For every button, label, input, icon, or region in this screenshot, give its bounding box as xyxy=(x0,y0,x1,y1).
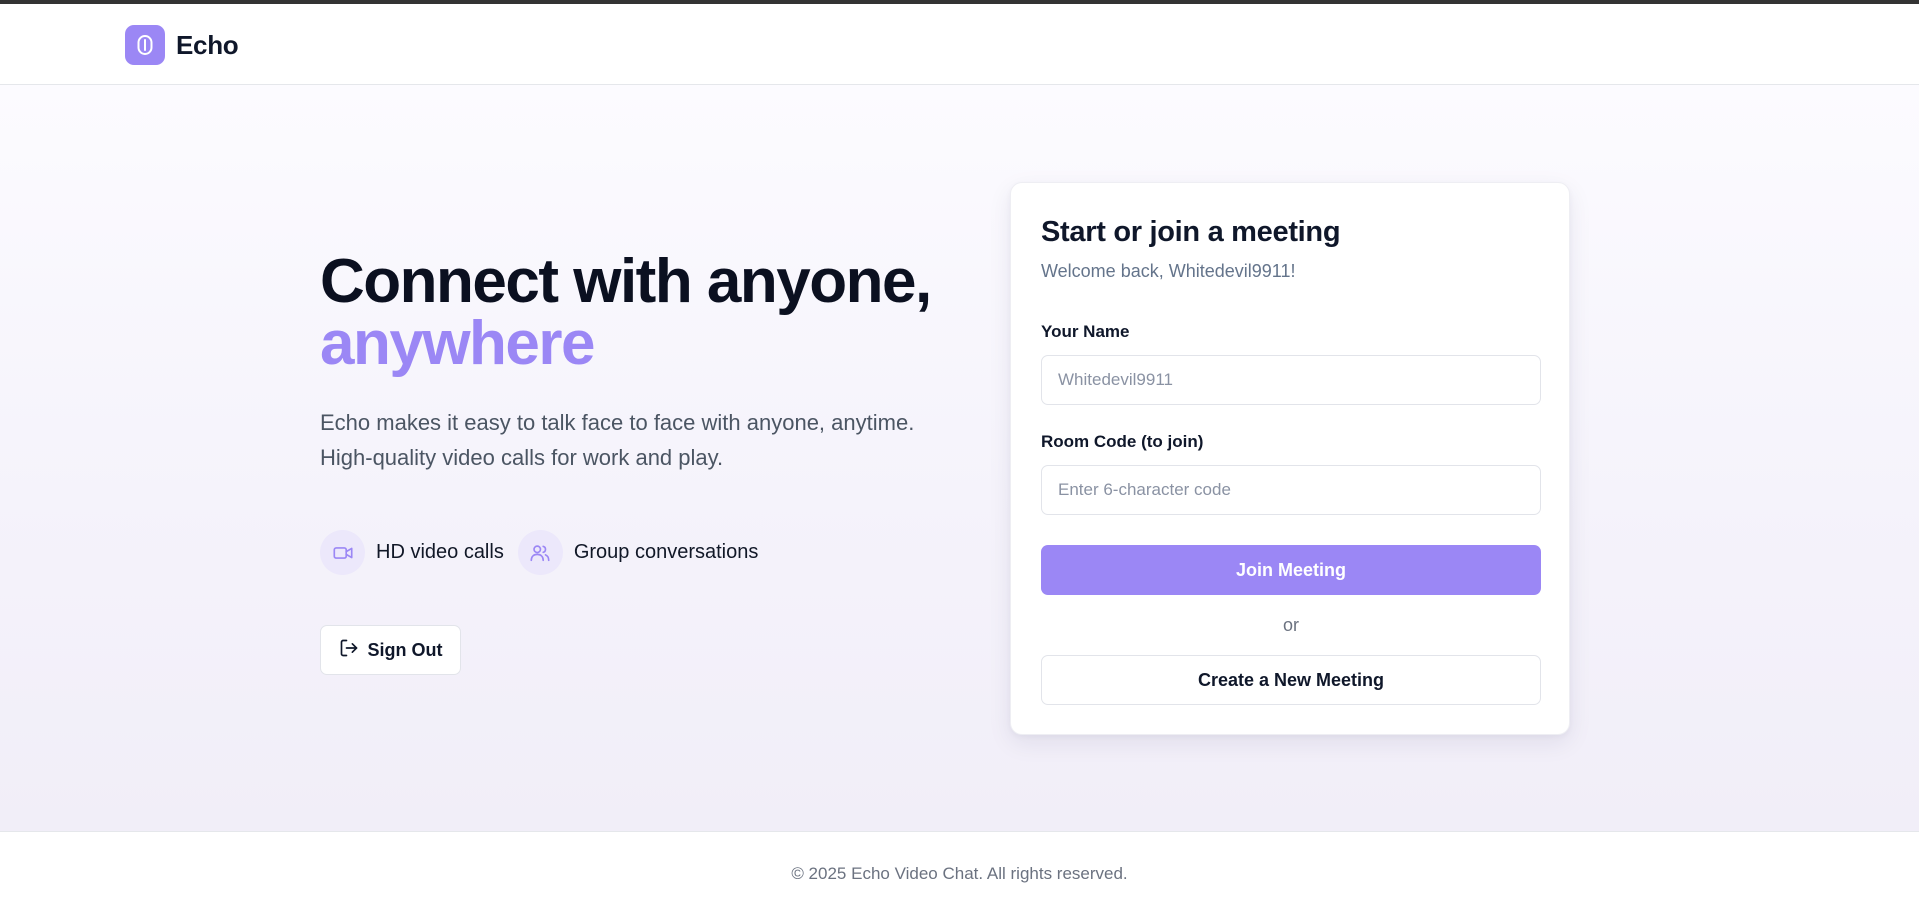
echo-logo-icon xyxy=(125,25,165,65)
lead-line-2: High-quality video calls for work and pl… xyxy=(320,445,724,470)
lead-line-1: Echo makes it easy to talk face to face … xyxy=(320,410,915,435)
sign-out-label: Sign Out xyxy=(367,639,443,660)
headline-line-1: Connect with anyone, xyxy=(320,247,932,316)
name-field-label: Your Name xyxy=(1041,322,1130,341)
sign-out-button[interactable]: Sign Out xyxy=(320,625,461,675)
feature-hd-video: HD video calls xyxy=(320,530,504,575)
hero-section: Connect with anyone, anywhere Echo makes… xyxy=(0,85,1919,831)
name-input[interactable] xyxy=(1041,355,1541,405)
feature-group-conversations: Group conversations xyxy=(517,530,759,575)
hero-content: Connect with anyone, anywhere Echo makes… xyxy=(320,251,960,675)
card-title: Start or join a meeting xyxy=(1041,216,1341,248)
video-camera-icon xyxy=(320,530,365,575)
headline-accent: anywhere xyxy=(320,309,596,378)
feature-label: Group conversations xyxy=(573,541,759,563)
brand[interactable]: Echo xyxy=(125,25,239,65)
or-divider: or xyxy=(1282,615,1299,635)
feature-list: HD video calls Group conversations xyxy=(320,530,960,575)
welcome-message: Welcome back, Whitedevil9911! xyxy=(1041,261,1296,281)
brand-name: Echo xyxy=(176,29,239,60)
log-out-icon xyxy=(339,638,359,663)
join-meeting-button[interactable]: Join Meeting xyxy=(1041,545,1541,595)
site-footer: © 2025 Echo Video Chat. All rights reser… xyxy=(0,831,1919,915)
room-code-label: Room Code (to join) xyxy=(1041,432,1204,451)
feature-label: HD video calls xyxy=(376,541,504,563)
hero-headline: Connect with anyone, anywhere xyxy=(320,251,960,375)
copyright-text: © 2025 Echo Video Chat. All rights reser… xyxy=(791,864,1128,883)
room-code-input[interactable] xyxy=(1041,465,1541,515)
site-header: Echo xyxy=(0,4,1919,85)
meeting-card: Start or join a meeting Welcome back, Wh… xyxy=(1010,182,1570,735)
hero-description: Echo makes it easy to talk face to face … xyxy=(320,405,960,475)
users-icon xyxy=(517,530,563,575)
create-meeting-button[interactable]: Create a New Meeting xyxy=(1041,655,1541,705)
